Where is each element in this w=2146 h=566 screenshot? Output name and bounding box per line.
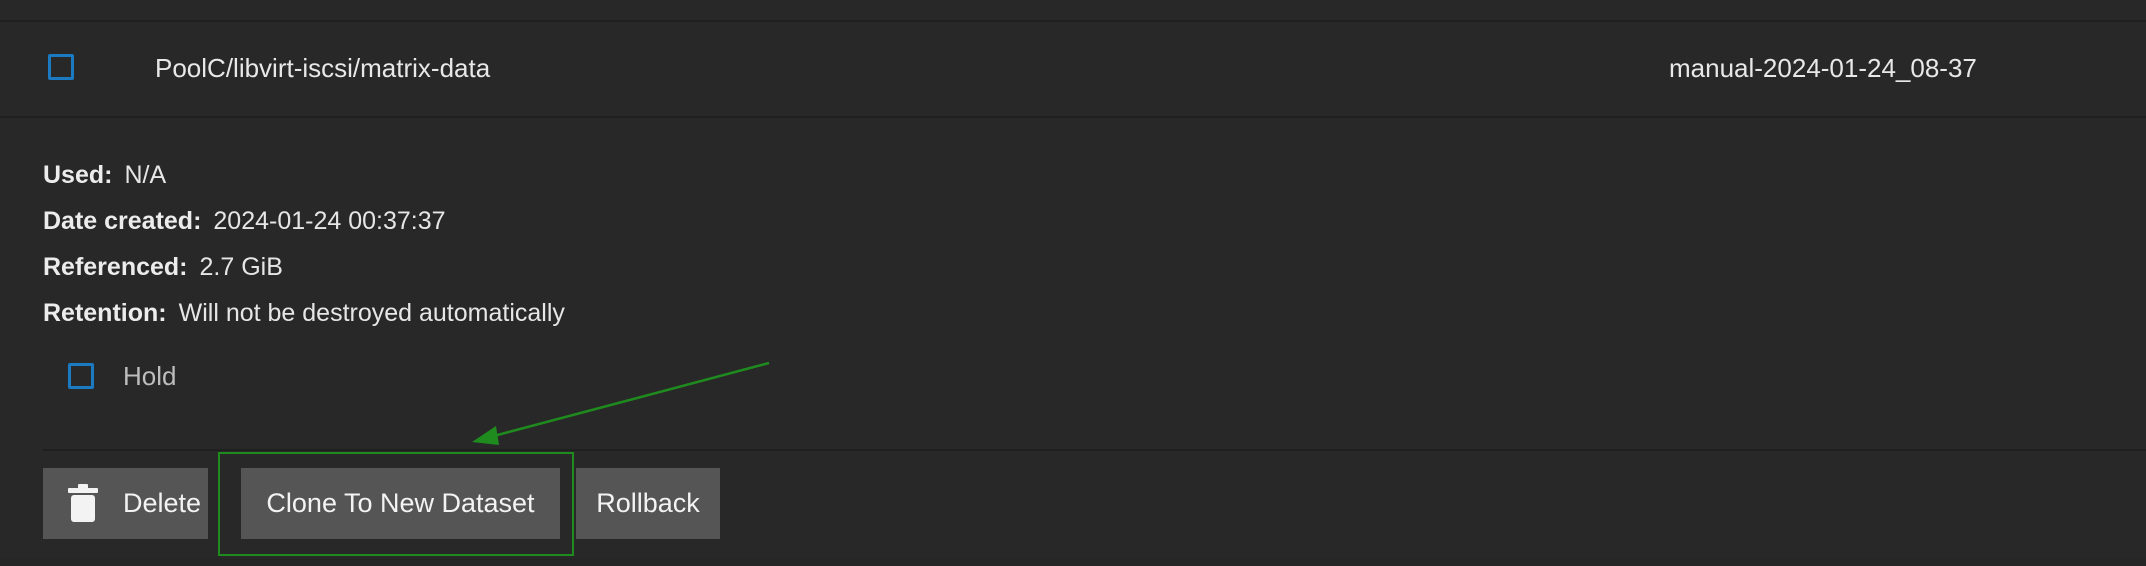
hold-label[interactable]: Hold (123, 360, 176, 392)
table-bottom-border (0, 558, 2146, 566)
used-label: Used: (43, 161, 113, 189)
actions-divider (43, 449, 2146, 451)
dataset-name: PoolC/libvirt-iscsi/matrix-data (155, 53, 491, 83)
retention-value: Will not be destroyed automatically (178, 299, 565, 327)
snapshot-name: manual-2024-01-24_08-37 (1669, 53, 1977, 83)
row-select-checkbox[interactable] (48, 54, 74, 80)
detail-used: Used: N/A (43, 159, 166, 191)
rollback-button[interactable]: Rollback (576, 468, 720, 539)
retention-label: Retention: (43, 299, 167, 327)
hold-checkbox[interactable] (68, 363, 94, 389)
clone-to-new-dataset-button[interactable]: Clone To New Dataset (241, 468, 560, 539)
detail-referenced: Referenced: 2.7 GiB (43, 251, 283, 283)
used-value: N/A (124, 161, 167, 189)
detail-date-created: Date created: 2024-01-24 00:37:37 (43, 205, 446, 237)
date-created-value: 2024-01-24 00:37:37 (213, 207, 446, 235)
trash-icon (68, 484, 98, 522)
referenced-value: 2.7 GiB (199, 253, 283, 281)
detail-retention: Retention: Will not be destroyed automati… (43, 297, 565, 329)
referenced-label: Referenced: (43, 253, 188, 281)
row-divider (0, 116, 2146, 118)
date-created-label: Date created: (43, 207, 202, 235)
